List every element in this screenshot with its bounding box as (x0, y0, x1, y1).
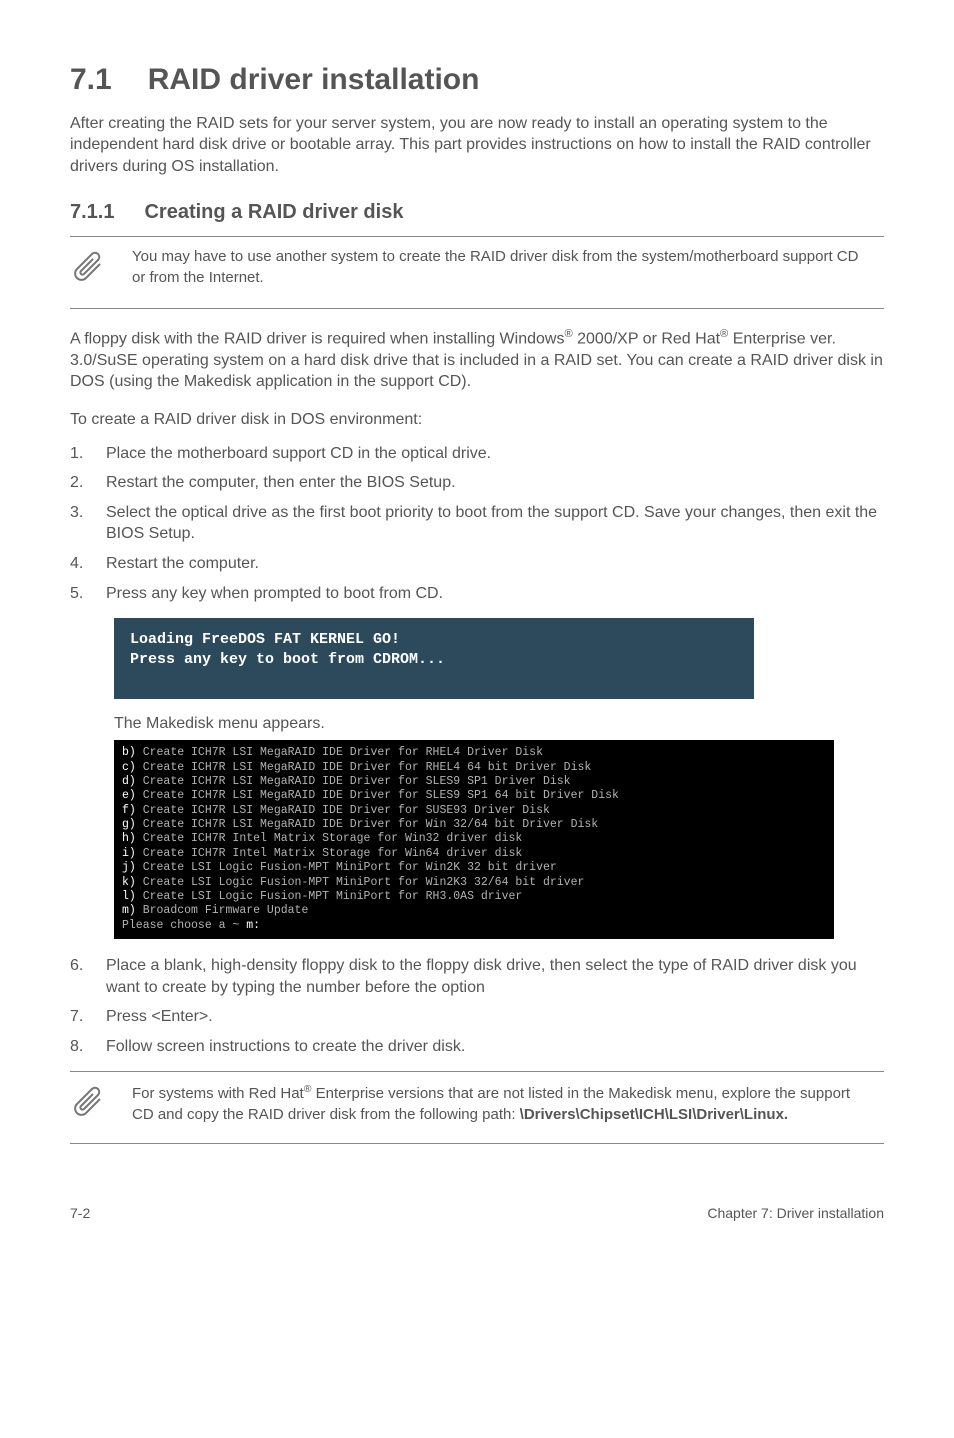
steps-list-b: 6.Place a blank, high-density floppy dis… (70, 955, 884, 1057)
terminal-output: Loading FreeDOS FAT KERNEL GO! Press any… (114, 618, 754, 699)
terminal-line: Press any key to boot from CDROM... (130, 651, 445, 668)
menu-key: k) (122, 876, 136, 889)
step-text: Place a blank, high-density floppy disk … (106, 955, 884, 998)
section-title: RAID driver installation (148, 63, 480, 96)
step-num: 5. (70, 583, 106, 605)
note-text: You may have to use another system to cr… (132, 247, 884, 288)
step-num: 4. (70, 553, 106, 575)
step-num: 3. (70, 502, 106, 545)
menu-text: Create LSI Logic Fusion-MPT MiniPort for… (136, 890, 522, 903)
menu-key: e) (122, 789, 136, 802)
menu-key: c) (122, 761, 136, 774)
menu-text: Create ICH7R Intel Matrix Storage for Wi… (136, 832, 522, 845)
note-block: For systems with Red Hat® Enterprise ver… (70, 1071, 884, 1144)
menu-key: f) (122, 804, 136, 817)
page-number: 7-2 (70, 1204, 90, 1223)
menu-key: h) (122, 832, 136, 845)
terminal-line: Loading FreeDOS FAT KERNEL GO! (130, 631, 400, 648)
step-num: 6. (70, 955, 106, 998)
intro-paragraph: After creating the RAID sets for your se… (70, 113, 884, 178)
menu-text: Create ICH7R LSI MegaRAID IDE Driver for… (136, 775, 571, 788)
menu-text: Create ICH7R Intel Matrix Storage for Wi… (136, 847, 522, 860)
list-item: 3.Select the optical drive as the first … (70, 502, 884, 545)
page-footer: 7-2 Chapter 7: Driver installation (70, 1204, 884, 1223)
menu-text: Create LSI Logic Fusion-MPT MiniPort for… (136, 876, 585, 889)
menu-prompt-a: Please choose a ~ (122, 919, 246, 932)
step-num: 7. (70, 1006, 106, 1028)
menu-prompt-b: m: (246, 919, 260, 932)
step-text: Follow screen instructions to create the… (106, 1036, 884, 1058)
steps-list-a: 1.Place the motherboard support CD in th… (70, 443, 884, 605)
menu-key: i) (122, 847, 136, 860)
note-block: You may have to use another system to cr… (70, 236, 884, 309)
paperclip-icon (70, 1084, 112, 1133)
list-item: 1.Place the motherboard support CD in th… (70, 443, 884, 465)
caption-text: The Makedisk menu appears. (114, 713, 884, 735)
list-item: 8.Follow screen instructions to create t… (70, 1036, 884, 1058)
subsection-heading: 7.1.1 Creating a RAID driver disk (70, 199, 884, 226)
section-num: 7.1 (70, 60, 112, 101)
note-text: For systems with Red Hat® Enterprise ver… (132, 1082, 884, 1125)
step-text: Restart the computer. (106, 553, 884, 575)
menu-key: l) (122, 890, 136, 903)
body-part-a: A floppy disk with the RAID driver is re… (70, 330, 564, 347)
reg-mark: ® (564, 328, 572, 340)
menu-text: Broadcom Firmware Update (136, 904, 309, 917)
list-item: 2.Restart the computer, then enter the B… (70, 472, 884, 494)
step-text: Restart the computer, then enter the BIO… (106, 472, 884, 494)
menu-text: Create ICH7R LSI MegaRAID IDE Driver for… (136, 789, 619, 802)
step-num: 2. (70, 472, 106, 494)
note2-a: For systems with Red Hat (132, 1085, 304, 1102)
chapter-label: Chapter 7: Driver installation (707, 1204, 884, 1223)
menu-text: Create ICH7R LSI MegaRAID IDE Driver for… (136, 746, 543, 759)
menu-key: m) (122, 904, 136, 917)
list-item: 4.Restart the computer. (70, 553, 884, 575)
step-text: Place the motherboard support CD in the … (106, 443, 884, 465)
subsection-num: 7.1.1 (70, 199, 114, 226)
list-intro: To create a RAID driver disk in DOS envi… (70, 409, 884, 431)
menu-key: g) (122, 818, 136, 831)
menu-text: Create ICH7R LSI MegaRAID IDE Driver for… (136, 761, 591, 774)
step-text: Select the optical drive as the first bo… (106, 502, 884, 545)
list-item: 7.Press <Enter>. (70, 1006, 884, 1028)
subsection-title: Creating a RAID driver disk (144, 201, 403, 223)
body-paragraph: A floppy disk with the RAID driver is re… (70, 327, 884, 393)
menu-text: Create LSI Logic Fusion-MPT MiniPort for… (136, 861, 557, 874)
paperclip-icon (70, 249, 112, 298)
section-heading: 7.1 RAID driver installation (70, 60, 884, 101)
step-num: 1. (70, 443, 106, 465)
menu-key: b) (122, 746, 136, 759)
menu-text: Create ICH7R LSI MegaRAID IDE Driver for… (136, 804, 550, 817)
step-text: Press any key when prompted to boot from… (106, 583, 884, 605)
step-num: 8. (70, 1036, 106, 1058)
list-item: 5.Press any key when prompted to boot fr… (70, 583, 884, 605)
menu-text: Create ICH7R LSI MegaRAID IDE Driver for… (136, 818, 598, 831)
body-part-b: 2000/XP or Red Hat (573, 330, 720, 347)
menu-key: d) (122, 775, 136, 788)
step-text: Press <Enter>. (106, 1006, 884, 1028)
makedisk-menu: b) Create ICH7R LSI MegaRAID IDE Driver … (114, 740, 834, 939)
note2-path: \Drivers\Chipset\ICH\LSI\Driver\Linux. (520, 1106, 788, 1123)
list-item: 6.Place a blank, high-density floppy dis… (70, 955, 884, 998)
menu-key: j) (122, 861, 136, 874)
